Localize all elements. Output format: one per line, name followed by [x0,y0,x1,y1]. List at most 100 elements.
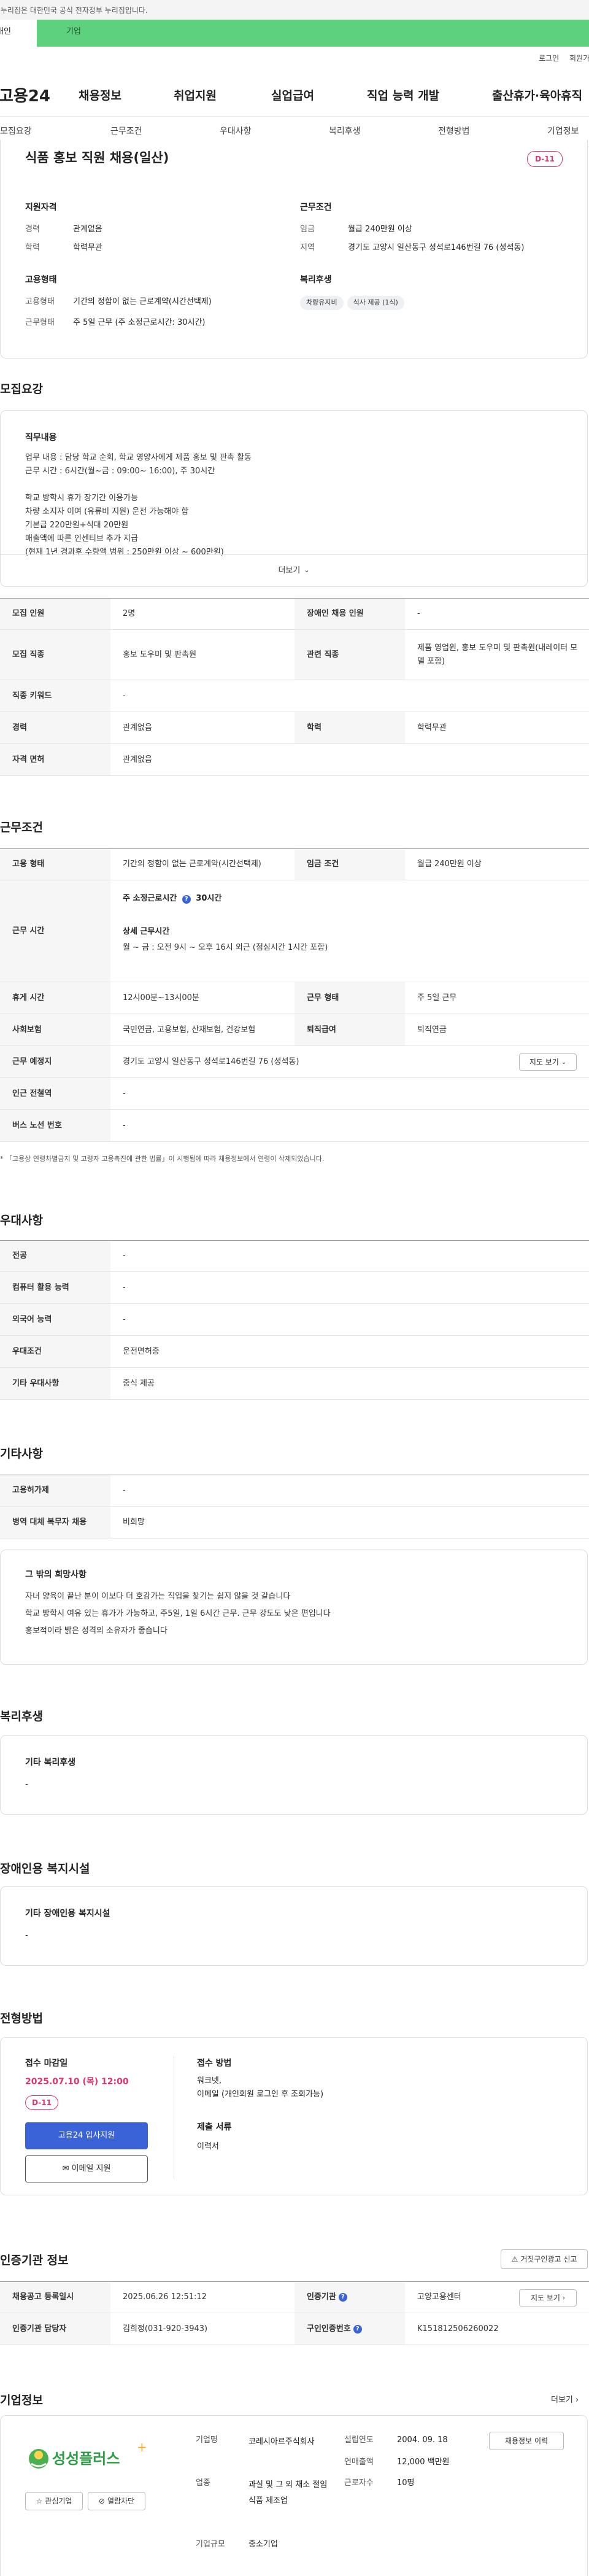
gnb-item-jobs[interactable]: 채용정보 [79,87,121,105]
gnb-item-maternity-leave[interactable]: 출산휴가·육아휴직 [492,87,582,105]
info-icon[interactable]: ? [353,2324,362,2334]
tab-business-label: 기업 [66,27,81,36]
company-found-value: 2004. 09. 18 [397,2435,448,2445]
duty-more-label: 더보기 [278,565,301,575]
welfare-card-head: 기타 복리후생 [25,1758,76,1767]
table-row: 외국어 능력 - [0,1304,589,1336]
signup-link[interactable]: 회원가입 [569,53,589,64]
row-label: 임금 조건 [294,849,405,880]
gnb-item-unemployment-benefit[interactable]: 실업급여 [271,87,314,105]
chevron-down-icon: ⌄ [561,1058,567,1066]
org-map-button[interactable]: 지도 보기 › [519,2289,577,2306]
apply-button[interactable]: 고용24 입사지원 [25,2122,148,2149]
email-apply-button[interactable]: ✉ 이메일 지원 [25,2155,148,2182]
hope-card: 그 밖의 희망사항 자녀 양육이 끝난 분이 이보다 더 호감가는 직업을 찾기… [0,1550,588,1665]
row-label: 근무 예정지 [0,1046,110,1077]
tab-business[interactable]: 기업 [37,20,589,47]
global-nav: 고용24 채용정보 취업지원 실업급여 직업 능력 개발 출산휴가·육아휴직 [0,74,589,117]
duty-head: 직무내용 [25,433,57,443]
row-label: 근무 시간 [0,880,110,982]
anchor-welfare[interactable]: 복리후생 [329,125,361,138]
company-scale-label: 기업규모 [196,2540,225,2549]
row-value: 관계없음 [123,723,152,732]
duty-card: 직무내용 업무 내용 : 담당 학교 순회, 학교 영양사에게 제품 홍보 및 … [0,410,588,587]
map-view-label: 지도 보기 [529,1058,559,1066]
row-label: 버스 노선 번호 [0,1110,110,1141]
anchor-selection[interactable]: 전형방법 [438,125,470,138]
table-row: 사회보험 국민연금, 고용보험, 산재보험, 건강보험 퇴직급여 퇴직연금 [0,1014,589,1046]
duty-more-button[interactable]: 더보기 ⌄ [1,554,587,586]
row-value: 관계없음 [123,755,152,764]
company-found-label: 설립연도 [344,2435,374,2445]
row-label: 인증기관 담당자 [0,2313,110,2345]
anchor-recruit[interactable]: 모집요강 [0,125,32,138]
duty-line: 기본급 220만원+식대 20만원 [25,521,129,530]
block-button[interactable]: ⊘ 열람차단 [88,2492,145,2510]
row-label: 우대조건 [0,1336,110,1367]
row-value: 운전면허증 [123,1346,160,1356]
row-value: 제품 영업원, 홍보 도우미 및 판촉원(내레이터 모델 포함) [417,643,578,666]
cert-no-label-text: 구인인증번호 [307,2324,351,2334]
edu-label: 학력 [25,243,40,252]
row-label: 고용허가제 [0,1475,110,1506]
user-type-tabs: 개인 기업 [0,20,589,47]
career-value: 관계없음 [73,225,102,234]
welfare-card: 기타 복리후생 - [0,1735,588,1815]
warning-icon: ⚠ [511,2255,518,2264]
hope-text: 자녀 양육이 끝난 분이 이보다 더 호감가는 직업을 찾기는 쉽지 않을 것 … [25,1588,331,1640]
row-value: - [123,1120,126,1130]
company-more-link[interactable]: 더보기 › [551,2394,579,2407]
company-name-value: 코레시아르주식회사 [248,2437,315,2446]
table-row: 근무 시간 주 소정근로시간 ? 30시간 상세 근무시간 월 ~ 금 : 오전… [0,880,589,982]
block-label: 열람차단 [107,2497,135,2505]
row-value: - [123,1251,126,1261]
row-value: 월급 240만원 이상 [417,859,482,869]
hope-head: 그 밖의 희망사항 [25,1570,87,1580]
gnb-item-employment-support[interactable]: 취업지원 [174,87,217,105]
row-value: 주 5일 근무 [417,993,457,1003]
svg-text:+: + [137,2440,147,2454]
anchor-company[interactable]: 기업정보 [547,125,579,138]
edu-value: 학력무관 [73,243,102,252]
weekly-hours-value: 30시간 [196,894,222,903]
row-label: 전공 [0,1241,110,1271]
wage-label: 임금 [300,225,315,234]
career-label: 경력 [25,225,40,234]
info-icon[interactable]: ? [182,895,191,904]
info-icon[interactable]: ? [338,2293,347,2302]
map-view-button[interactable]: 지도 보기 ⌄ [519,1053,577,1071]
site-logo[interactable]: 고용24 [0,85,50,109]
row-label: 인증기관? [294,2282,405,2313]
docs-value: 이력서 [197,2142,219,2151]
company-emp-value: 10명 [397,2478,415,2488]
row-value: 2명 [123,609,136,619]
anchor-preference[interactable]: 우대사항 [220,125,252,138]
login-link[interactable]: 로그인 [539,53,559,64]
table-row: 인증기관 담당자 김희정(031-920-3943) 구인인증번호? K1518… [0,2313,589,2345]
gnb-item-job-training[interactable]: 직업 능력 개발 [367,87,439,105]
dday-text: D-11 [535,155,555,163]
welfare-card-value: - [25,1780,28,1789]
pref-section-title: 우대사항 [0,1214,43,1227]
time-detail-head: 상세 근무시간 [123,927,170,936]
welfare-head: 복리후생 [300,275,332,285]
org-label-text: 인증기관 [307,2292,336,2302]
selection-section-title: 전형방법 [0,2012,43,2025]
duty-text: 업무 내용 : 담당 학교 순회, 학교 영양사에게 제품 홍보 및 판촉 활동… [25,451,252,559]
row-label: 모집 인원 [0,599,110,629]
weekly-hours-label: 주 소정근로시간 [123,894,177,903]
disab-section-title: 장애인용 복지시설 [0,1862,90,1876]
report-ad-button[interactable]: ⚠ 거짓구인광고 신고 [501,2249,588,2269]
tab-individual[interactable]: 개인 [0,20,37,47]
row-value: 퇴직연금 [417,1025,447,1034]
job-summary-card: 식품 홍보 직원 채용(일산) D-11 지원자격 경력 관계없음 학력 학력무… [0,140,588,359]
table-row: 병역 대체 복무자 채용 비희망 [0,1507,589,1538]
interest-button[interactable]: ☆ 관심기업 [25,2492,83,2510]
anchor-workcond[interactable]: 근무조건 [110,125,142,138]
block-icon: ⊘ [98,2497,105,2505]
company-section-title: 기업정보 [0,2394,43,2407]
history-button[interactable]: 채용정보 이력 [489,2432,564,2450]
welfare-chip: 식사 제공 (1식) [347,296,404,310]
disab-card-head: 기타 장애인용 복지시설 [25,1909,110,1918]
method-line: 이메일 (개인회원 로그인 후 조회가능) [197,2090,324,2099]
